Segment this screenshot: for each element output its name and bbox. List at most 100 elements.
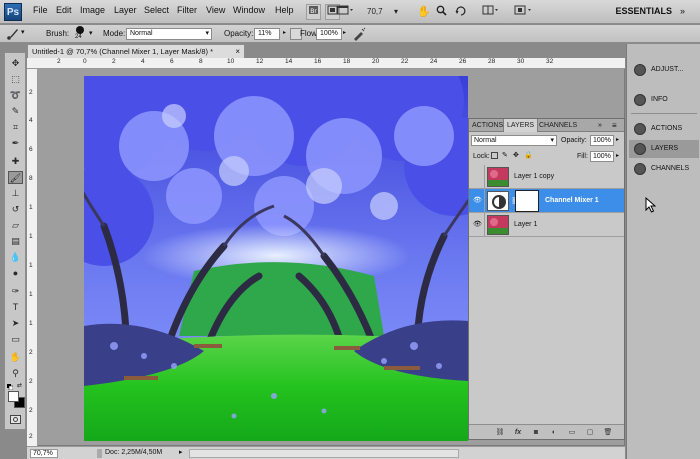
close-icon[interactable]: × [235,45,240,58]
menu-file[interactable]: File [33,5,48,15]
mode-select[interactable]: Normal ▾ [126,28,212,40]
layer-row[interactable]: 👁 ⛓ Channel Mixer 1 [469,189,624,213]
panel-menu-icon[interactable]: ≡ [612,119,617,132]
layer-mask-thumbnail[interactable] [515,190,539,212]
layer-row[interactable]: 👁 Layer 1 [469,213,624,237]
pen-tool-icon[interactable]: ✑ [8,285,23,298]
eyedropper-tool-icon[interactable]: ✒ [8,137,23,150]
collapse-icon[interactable]: » [598,119,602,132]
status-menu-arrow-icon[interactable]: ▸ [179,448,183,456]
menu-filter[interactable]: Filter [177,5,197,15]
quick-mask-icon[interactable] [10,415,21,424]
layer-name[interactable]: Layer 1 [514,221,537,228]
lock-transparent-icon[interactable] [491,152,498,159]
zoom-tool-icon[interactable]: ⚲ [8,367,23,380]
new-group-icon[interactable]: ▭ [567,428,577,437]
menu-view[interactable]: View [206,5,225,15]
layer-opacity-input[interactable]: 100% [590,135,614,146]
dock-label: ACTIONS [651,125,683,132]
move-tool-icon[interactable]: ✥ [8,57,23,70]
eraser-tool-icon[interactable]: ▱ [8,219,23,232]
new-layer-icon[interactable]: ▢ [585,428,595,437]
gradient-tool-icon[interactable]: ▤ [8,235,23,248]
dock-info[interactable]: INFO [629,91,699,109]
trash-icon[interactable]: 🗑 [603,428,613,437]
brush-preset-picker[interactable]: 24 [73,26,87,42]
dock-separator [631,113,697,114]
healing-brush-tool-icon[interactable]: ✚ [8,155,23,168]
layer-name[interactable]: Layer 1 copy [514,173,554,180]
link-layers-icon[interactable]: ⛓ [495,428,505,437]
slider-arrow-icon[interactable]: ▸ [616,136,619,143]
dock-actions[interactable]: ACTIONS [629,120,699,138]
blur-tool-icon[interactable]: 💧 [8,251,23,264]
type-tool-icon[interactable]: T [8,301,23,314]
screen-mode-icon[interactable] [335,4,357,20]
slider-arrow-icon[interactable]: ▸ [616,152,619,159]
visibility-toggle[interactable] [469,165,485,189]
foreground-color-swatch[interactable] [8,391,19,402]
horizontal-ruler[interactable]: 2 0 2 4 6 8 10 12 14 16 18 20 22 24 26 2… [27,58,625,69]
new-adjustment-icon[interactable]: ◐ [549,428,559,437]
shape-tool-icon[interactable]: ▭ [8,333,23,346]
slider-arrow-icon[interactable]: ▸ [343,29,346,36]
tab-layers[interactable]: LAYERS [503,119,539,132]
lock-all-icon[interactable]: 🔒 [524,151,533,159]
arrange-icon[interactable] [480,4,502,20]
crop-tool-icon[interactable]: ⌗ [8,121,23,134]
brush-tool-icon[interactable]: 🖌 [8,171,23,184]
document-tab[interactable]: Untitled-1 @ 70,7% (Channel Mixer 1, Lay… [27,44,245,58]
zoom-level-dropdown[interactable]: 70,7 ▾ [366,4,402,20]
swap-colors-icon[interactable]: ⇄ [17,382,22,389]
clone-stamp-tool-icon[interactable]: ⊥ [8,187,23,200]
vertical-ruler[interactable]: 2 4 6 8 1 1 1 1 1 2 2 2 2 [27,69,38,446]
hand-tool-icon[interactable]: ✋ [8,351,23,364]
rotate-icon[interactable] [453,4,467,20]
dock-layers[interactable]: LAYERS [629,140,699,158]
menu-image[interactable]: Image [80,5,105,15]
lock-position-icon[interactable]: ✥ [513,151,519,159]
lasso-tool-icon[interactable]: ➰ [8,89,23,102]
path-selection-tool-icon[interactable]: ➤ [8,317,23,330]
blend-mode-select[interactable]: Normal ▾ [471,135,557,146]
visibility-toggle[interactable]: 👁 [469,189,485,213]
dodge-tool-icon[interactable]: ● [8,267,23,280]
fill-input[interactable]: 100% [590,151,614,162]
dock-channels[interactable]: CHANNELS [629,160,699,178]
workspace-switcher[interactable]: ESSENTIALS [615,6,672,16]
layer-row[interactable]: Layer 1 copy [469,165,624,189]
add-mask-icon[interactable]: ◙ [531,428,541,437]
hand-icon[interactable]: ✋ [416,4,431,20]
menu-window[interactable]: Window [233,5,265,15]
dock-label: INFO [651,96,668,103]
marquee-tool-icon[interactable]: ⬚ [8,73,23,86]
horizontal-scrollbar[interactable] [189,449,459,458]
opacity-input[interactable]: 11% [254,28,280,40]
airbrush-icon[interactable] [352,27,366,41]
chevron-down-icon[interactable]: ▾ [89,29,93,37]
chevron-down-icon[interactable]: ▾ [21,28,25,36]
tab-channels[interactable]: CHANNELS [536,119,580,132]
menu-layer[interactable]: Layer [114,5,137,15]
status-zoom-input[interactable]: 70,7% [30,449,58,458]
lock-image-icon[interactable]: ✎ [502,151,508,159]
dock-adjustments[interactable]: ADJUST... [629,61,699,79]
bridge-icon[interactable]: Br [306,4,321,20]
zoom-icon[interactable] [434,4,448,20]
menu-edit[interactable]: Edit [56,5,72,15]
layer-name[interactable]: Channel Mixer 1 [545,197,599,204]
tab-actions[interactable]: ACTIONS [469,119,506,132]
history-brush-tool-icon[interactable]: ↺ [8,203,23,216]
menu-select[interactable]: Select [144,5,169,15]
double-chevron-right-icon[interactable]: » [680,6,685,16]
fx-icon[interactable]: fx [513,428,523,437]
visibility-toggle[interactable]: 👁 [469,213,485,237]
brush-tool-icon[interactable] [6,27,20,41]
extras-icon[interactable] [512,4,536,20]
canvas-image[interactable] [84,76,468,441]
quick-selection-tool-icon[interactable]: ✎ [8,105,23,118]
slider-arrow-icon[interactable]: ▸ [283,29,286,36]
menu-help[interactable]: Help [275,5,294,15]
flow-input[interactable]: 100% [316,28,342,40]
default-colors-icon[interactable] [7,383,14,391]
